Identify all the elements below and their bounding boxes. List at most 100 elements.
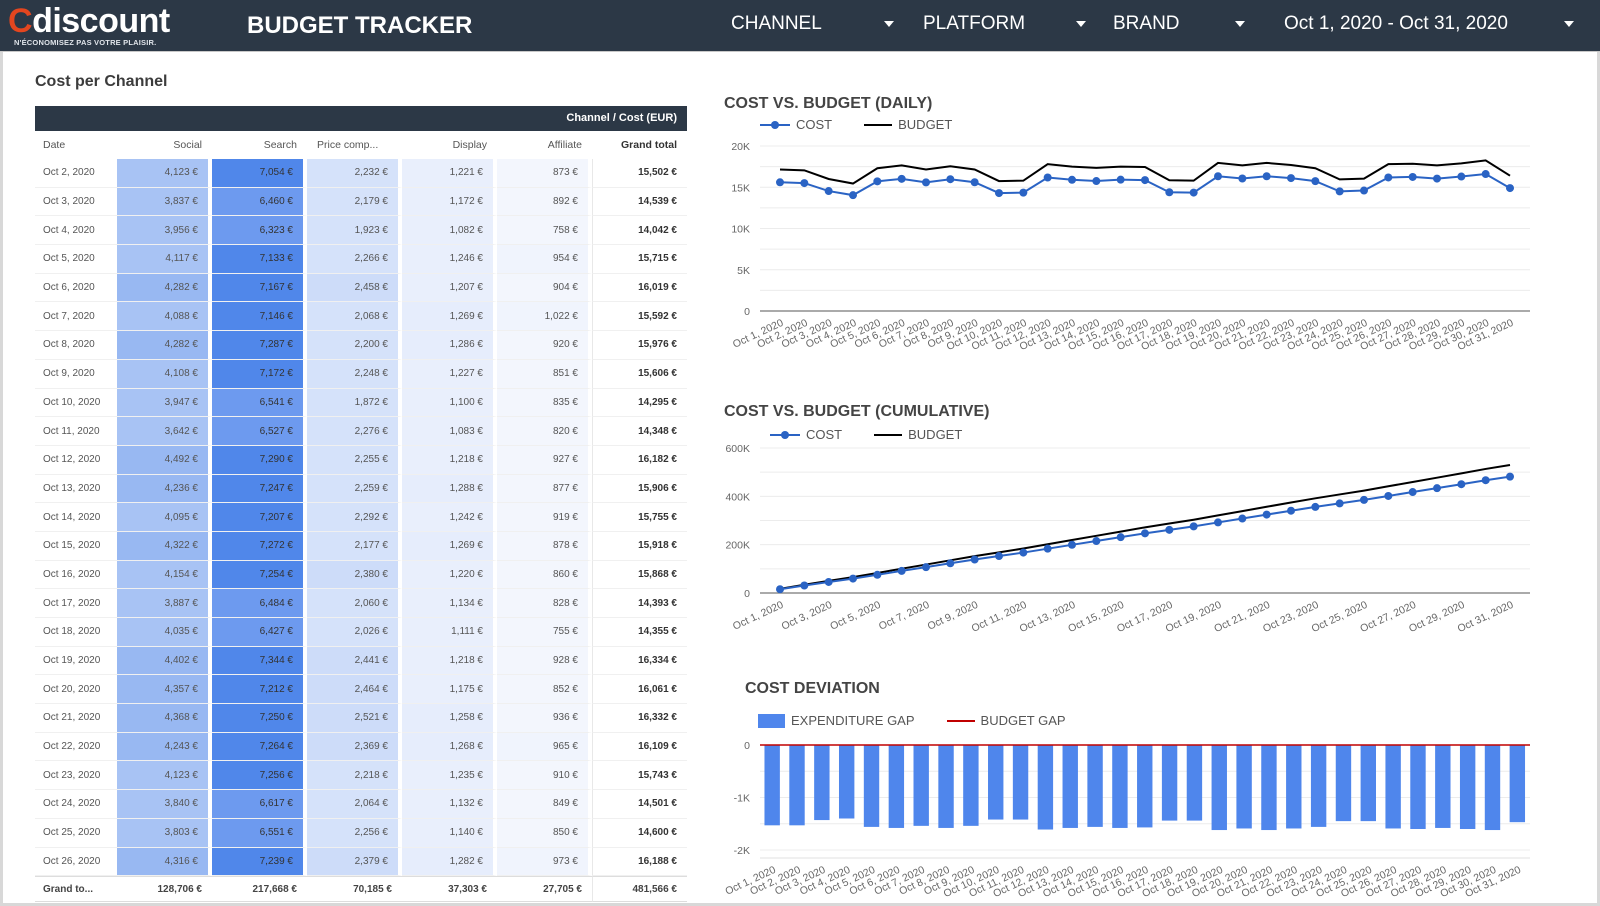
platform-filter[interactable]: PLATFORM — [923, 13, 1086, 39]
cost-data-point[interactable] — [1092, 177, 1101, 186]
expenditure-gap-bar[interactable] — [1137, 745, 1153, 828]
legend-item-cost[interactable]: COST — [770, 427, 842, 442]
expenditure-gap-bar[interactable] — [1211, 745, 1227, 831]
cost-data-point[interactable] — [1433, 174, 1441, 183]
cost-data-point[interactable] — [1238, 174, 1247, 183]
cost-data-point[interactable] — [1457, 480, 1466, 489]
expenditure-gap-bar[interactable] — [963, 745, 979, 826]
cost-data-point[interactable] — [1019, 188, 1028, 197]
expenditure-gap-bar[interactable] — [789, 745, 805, 826]
expenditure-gap-bar[interactable] — [764, 745, 780, 826]
cost-data-point[interactable] — [1092, 537, 1101, 546]
cost-data-point[interactable] — [849, 191, 857, 200]
cost-data-point[interactable] — [1165, 525, 1174, 534]
cost-data-point[interactable] — [776, 585, 784, 594]
expenditure-gap-bar[interactable] — [1286, 745, 1302, 829]
cost-data-point[interactable] — [1384, 491, 1393, 500]
expenditure-gap-bar[interactable] — [814, 745, 830, 821]
legend-item-budget-gap[interactable]: BUDGET GAP — [946, 713, 1066, 728]
expenditure-gap-bar[interactable] — [988, 745, 1004, 820]
cost-data-point[interactable] — [946, 559, 955, 568]
cost-data-point[interactable] — [1165, 188, 1174, 197]
expenditure-gap-bar[interactable] — [1335, 745, 1352, 822]
expenditure-gap-bar[interactable] — [1509, 745, 1526, 823]
cost-data-point[interactable] — [1262, 172, 1271, 181]
cost-data-point[interactable] — [1335, 187, 1344, 196]
cost-data-point[interactable] — [1311, 177, 1320, 186]
expenditure-gap-bar[interactable] — [938, 745, 954, 828]
caret-down-icon[interactable] — [1235, 21, 1245, 27]
cost-data-point[interactable] — [1262, 510, 1271, 519]
cost-data-point[interactable] — [1408, 172, 1417, 181]
caret-down-icon[interactable] — [1076, 21, 1086, 27]
cost-data-point[interactable] — [1141, 529, 1149, 538]
column-header-grand-total[interactable]: Grand total — [592, 131, 687, 159]
expenditure-gap-bar[interactable] — [838, 745, 855, 819]
cost-data-point[interactable] — [1335, 499, 1344, 508]
cost-data-point[interactable] — [824, 577, 833, 586]
cost-data-point[interactable] — [1287, 174, 1295, 183]
expenditure-gap-bar[interactable] — [1161, 745, 1178, 821]
expenditure-gap-bar[interactable] — [1261, 745, 1277, 831]
expenditure-gap-bar[interactable] — [1360, 745, 1376, 822]
date-range-filter[interactable]: Oct 1, 2020 - Oct 31, 2020 — [1284, 13, 1574, 39]
cost-data-point[interactable] — [897, 566, 906, 575]
brand-filter[interactable]: BRAND — [1113, 13, 1273, 39]
cost-data-point[interactable] — [800, 581, 809, 590]
cost-data-point[interactable] — [1433, 484, 1441, 493]
cost-data-point[interactable] — [1189, 522, 1198, 531]
expenditure-gap-bar[interactable] — [1012, 745, 1029, 820]
caret-down-icon[interactable] — [884, 21, 894, 27]
column-header-affiliate[interactable]: Affiliate — [497, 131, 592, 159]
cost-data-point[interactable] — [1238, 514, 1247, 523]
expenditure-gap-bar[interactable] — [863, 745, 880, 827]
cost-data-point[interactable] — [1068, 540, 1076, 549]
cost-data-point[interactable] — [897, 174, 906, 183]
cost-data-point[interactable] — [1189, 188, 1198, 197]
cost-data-point[interactable] — [995, 552, 1003, 561]
expenditure-gap-bar[interactable] — [1385, 745, 1401, 829]
expenditure-gap-bar[interactable] — [913, 745, 929, 826]
cost-data-point[interactable] — [946, 175, 955, 184]
cost-data-point[interactable] — [800, 179, 809, 188]
cost-data-point[interactable] — [1360, 495, 1368, 504]
cost-data-point[interactable] — [1360, 186, 1368, 195]
column-header-social[interactable]: Social — [117, 131, 212, 159]
cost-data-point[interactable] — [849, 574, 857, 583]
legend-item-cost[interactable]: COST — [760, 117, 832, 132]
cost-data-point[interactable] — [776, 178, 784, 187]
column-header-search[interactable]: Search — [212, 131, 307, 159]
cost-data-point[interactable] — [1384, 173, 1393, 182]
legend-item-budget[interactable]: BUDGET — [874, 427, 962, 442]
cost-data-point[interactable] — [1481, 476, 1490, 485]
expenditure-gap-bar[interactable] — [1310, 745, 1327, 827]
expenditure-gap-bar[interactable] — [1062, 745, 1078, 828]
column-header-display[interactable]: Display — [402, 131, 497, 159]
expenditure-gap-bar[interactable] — [1037, 745, 1054, 830]
expenditure-gap-bar[interactable] — [1410, 745, 1426, 829]
expenditure-gap-bar[interactable] — [1087, 745, 1103, 827]
cost-data-point[interactable] — [1311, 502, 1320, 511]
channel-filter[interactable]: CHANNEL — [731, 13, 894, 39]
cost-data-point[interactable] — [922, 563, 930, 572]
cost-data-point[interactable] — [1506, 184, 1514, 193]
cost-data-point[interactable] — [970, 178, 979, 187]
column-header-price-comparison[interactable]: Price comp... — [307, 131, 402, 159]
legend-item-expenditure-gap[interactable]: EXPENDITURE GAP — [758, 713, 915, 728]
cost-data-point[interactable] — [970, 555, 979, 564]
cost-data-point[interactable] — [1019, 548, 1028, 557]
cost-data-point[interactable] — [873, 570, 882, 579]
cost-data-point[interactable] — [1141, 176, 1149, 185]
expenditure-gap-bar[interactable] — [1112, 745, 1128, 828]
expenditure-gap-bar[interactable] — [1186, 745, 1203, 821]
cost-data-point[interactable] — [1457, 172, 1466, 181]
cost-data-point[interactable] — [1116, 175, 1125, 184]
cost-data-point[interactable] — [1214, 518, 1222, 527]
caret-down-icon[interactable] — [1564, 21, 1574, 27]
cost-data-point[interactable] — [1043, 544, 1052, 553]
expenditure-gap-bar[interactable] — [1484, 745, 1501, 831]
cost-data-point[interactable] — [1116, 533, 1125, 542]
cost-data-point[interactable] — [922, 178, 930, 187]
cost-data-point[interactable] — [1068, 175, 1076, 184]
cost-data-point[interactable] — [1408, 488, 1417, 497]
